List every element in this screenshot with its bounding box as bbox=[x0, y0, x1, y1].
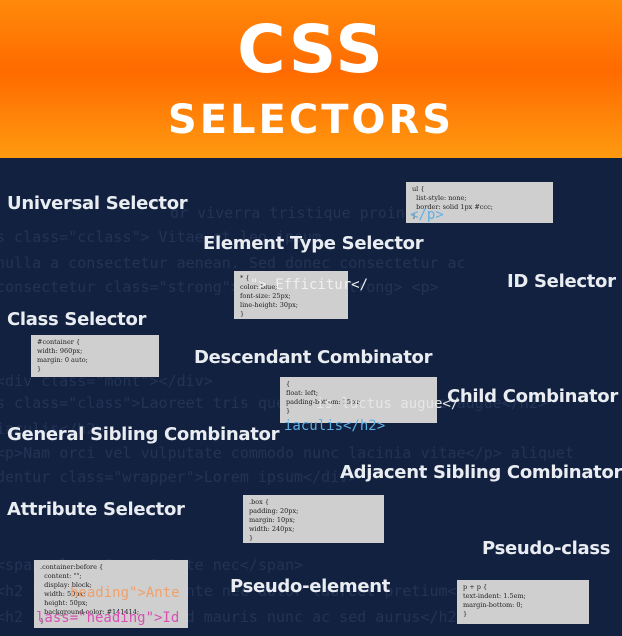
label-universal-selector: Universal Selector bbox=[7, 193, 188, 214]
background-code-line: dentur class="wrapper">Lorem ipsum</div> bbox=[0, 468, 358, 486]
label-descendant-combinator: Descendant Combinator bbox=[194, 347, 433, 368]
label-id-selector: ID Selector bbox=[507, 271, 616, 292]
label-pseudo-element: Pseudo-element bbox=[230, 576, 391, 597]
header-banner: CSS SELECTORS bbox=[0, 0, 622, 158]
code-overlay-iaculis: iaculis</h2> bbox=[284, 418, 386, 434]
code-snippet-container: #container { width: 960px; margin: 0 aut… bbox=[31, 335, 159, 377]
code-overlay-heading-1: heading">Ante bbox=[70, 585, 180, 601]
label-adjacent-sibling-combinator: Adjacent Sibling Combinator bbox=[340, 462, 622, 483]
code-overlay-luctus: is luctus augue</ bbox=[316, 396, 460, 412]
background-code-line: consectetur class="strong">Efficitur</st… bbox=[0, 278, 439, 296]
label-pseudo-class: Pseudo-class bbox=[482, 538, 611, 559]
label-attribute-selector: Attribute Selector bbox=[7, 499, 185, 520]
background-code-line: or viverra tristique proin</p> bbox=[170, 204, 441, 222]
banner-subtitle: SELECTORS bbox=[167, 97, 455, 143]
banner-title: CSS bbox=[237, 11, 385, 88]
background-code-line: nulla a consectetur aenean. Sed donec co… bbox=[0, 254, 466, 272]
code-snippet-box: .box { padding: 20px; margin: 10px; widt… bbox=[243, 495, 384, 543]
background-code-line: <p>Nam orci vel vulputate commodo nunc l… bbox=[0, 444, 574, 462]
code-overlay-p-close: </p> bbox=[410, 207, 444, 223]
content-area: or viverra tristique proin</p> s class="… bbox=[0, 158, 622, 636]
label-class-selector: Class Selector bbox=[7, 309, 147, 330]
label-child-combinator: Child Combinator bbox=[447, 386, 618, 407]
label-element-type-selector: Element Type Selector bbox=[203, 233, 424, 254]
code-overlay-heading-2: lass="heading">Id bbox=[36, 610, 180, 626]
code-overlay-efficitur: "> Efficitur</ bbox=[250, 277, 369, 293]
code-snippet-adjacent: p + p { text-indent: 1.5em; margin-botto… bbox=[457, 580, 589, 624]
label-general-sibling-combinator: General Sibling Combinator bbox=[7, 424, 280, 445]
